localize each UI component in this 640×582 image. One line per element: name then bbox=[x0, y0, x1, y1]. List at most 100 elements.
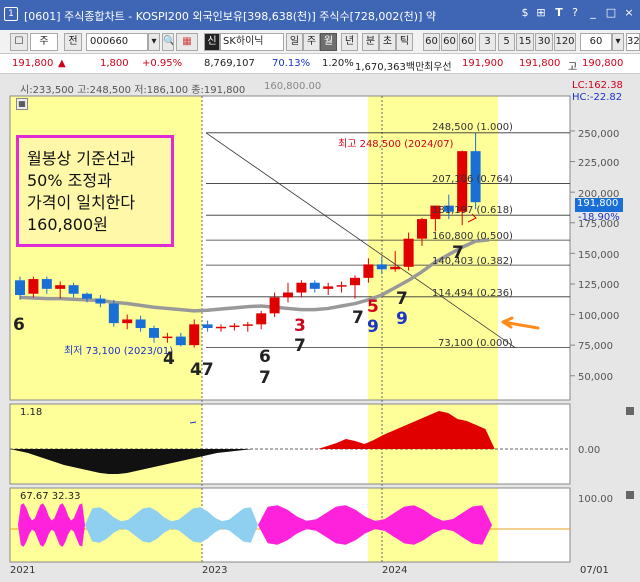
toolbar: ☐ 주 전 000660 ▾ 🔍 ▦ 신 SK하이닉 일 주 월 년 분 초 틱… bbox=[0, 30, 640, 54]
bid-price: 191,800 bbox=[519, 58, 561, 69]
jeon-button[interactable]: 전 bbox=[64, 33, 82, 51]
currency-icon[interactable]: $ bbox=[518, 6, 532, 22]
period-second[interactable]: 초 bbox=[379, 33, 396, 51]
fib-label-236: 114,494 (0.236) bbox=[432, 288, 513, 299]
candle-body bbox=[309, 282, 320, 289]
current-pct-tag: -18.90% bbox=[578, 212, 620, 223]
interval-5[interactable]: 5 bbox=[498, 33, 515, 51]
osc1-ylabel: 0.00 bbox=[578, 445, 601, 456]
candle-body bbox=[82, 293, 92, 299]
volume: 8,769,107 bbox=[204, 58, 255, 69]
osc2-ylabel: 100.00 bbox=[578, 494, 613, 505]
period-minute[interactable]: 분 bbox=[362, 33, 379, 51]
table-grid-icon[interactable]: ▦ bbox=[16, 98, 28, 110]
interval-8[interactable]: 120 bbox=[554, 33, 576, 51]
high-annotation: 최고 248,500 (2024/07) bbox=[338, 139, 454, 150]
period-month[interactable]: 월 bbox=[320, 33, 337, 51]
price-change-pct: +0.95% bbox=[142, 58, 183, 69]
hc-label: HC:-22.82 bbox=[572, 92, 623, 103]
fib-label-382: 140,403 (0.382) bbox=[432, 256, 513, 267]
interval-2[interactable]: 60 bbox=[441, 33, 458, 51]
candle-body bbox=[15, 280, 25, 295]
up-arrow-icon: ▲ bbox=[58, 58, 66, 69]
ohlc-extra: 160,800.00 bbox=[264, 81, 322, 92]
y-tick: 250,000 bbox=[578, 129, 620, 140]
candle-body bbox=[122, 319, 133, 324]
interval-6[interactable]: 15 bbox=[516, 33, 534, 51]
candle-body bbox=[323, 286, 334, 289]
candle-body bbox=[256, 313, 267, 325]
current-price-tag: 191,800 bbox=[575, 198, 623, 212]
candle-body bbox=[175, 336, 186, 346]
interval-7[interactable]: 30 bbox=[535, 33, 553, 51]
screen-select-icon[interactable]: ☐ bbox=[10, 33, 28, 51]
candle-body bbox=[55, 285, 66, 289]
annotation-line: 가격이 일치한다 bbox=[27, 193, 136, 212]
candle-body bbox=[363, 264, 374, 278]
count-label: 6 bbox=[259, 347, 271, 367]
period-day[interactable]: 일 bbox=[286, 33, 303, 51]
period-year[interactable]: 년 bbox=[341, 33, 358, 51]
price-info-bar: 191,800 ▲ 1,800 +0.95% 8,769,107 70.13% … bbox=[0, 54, 640, 74]
title-bar: 1 [0601] 주식종합차트 - KOSPI200 외국인보유[398,638… bbox=[0, 0, 640, 30]
y-tick: 125,000 bbox=[578, 280, 620, 291]
count-label: 7 bbox=[396, 289, 408, 309]
panel-close-icon bbox=[626, 491, 634, 499]
candle-body bbox=[135, 319, 146, 329]
best-quote-label: 최우선 bbox=[424, 62, 452, 73]
candle-body bbox=[108, 303, 119, 324]
current-price: 191,800 bbox=[12, 58, 54, 69]
fib-label-0: 73,100 (0.000) bbox=[438, 338, 513, 349]
candle-body bbox=[350, 277, 360, 286]
market-select[interactable]: 주 bbox=[30, 33, 58, 51]
count-label: 6 bbox=[13, 315, 25, 335]
text-T-icon[interactable]: T bbox=[552, 6, 566, 22]
interval-4[interactable]: 3 bbox=[479, 33, 496, 51]
low-annotation: 최저 73,100 (2023/01) bbox=[64, 346, 174, 357]
stock-code-input[interactable]: 000660 bbox=[86, 33, 148, 51]
interval-1[interactable]: 60 bbox=[423, 33, 440, 51]
x-label: 2024 bbox=[382, 565, 408, 576]
osc2-value: 67.67 32.33 bbox=[20, 491, 81, 502]
candle-body bbox=[242, 324, 253, 326]
x-label: 07/01 bbox=[580, 565, 609, 576]
candle-body bbox=[376, 264, 387, 270]
calendar-icon[interactable]: ▦ bbox=[176, 33, 198, 51]
window-icon: 1 bbox=[4, 7, 18, 21]
candle-body bbox=[202, 324, 213, 329]
turnover-rate: 1.20% bbox=[322, 58, 354, 69]
candle-body bbox=[269, 297, 280, 314]
y-tick: 75,000 bbox=[578, 341, 613, 352]
y-tick: 50,000 bbox=[578, 372, 613, 383]
interval-dropdown-icon[interactable]: ▾ bbox=[612, 33, 624, 51]
count-label: 7 bbox=[294, 336, 306, 356]
minimize-icon[interactable]: _ bbox=[586, 6, 600, 22]
period-week[interactable]: 주 bbox=[303, 33, 320, 51]
interval-input[interactable]: 60 bbox=[580, 33, 612, 51]
close-icon[interactable]: × bbox=[622, 6, 636, 22]
maximize-icon[interactable]: □ bbox=[604, 6, 618, 22]
trade-amount: 1,670,363백만 bbox=[355, 62, 425, 73]
lc-label: LC:162.38 bbox=[572, 80, 623, 91]
panel-close-icon bbox=[626, 407, 634, 415]
candle-body bbox=[229, 325, 240, 328]
fib-label-500: 160,800 (0.500) bbox=[432, 231, 513, 242]
help-icon[interactable]: ? bbox=[568, 6, 582, 22]
high-label: 고 bbox=[568, 62, 578, 73]
candle-body bbox=[95, 298, 106, 304]
annotation-line: 월봉상 기준선과 bbox=[27, 149, 136, 168]
count-label: 7 bbox=[452, 243, 464, 263]
count-label: 47 bbox=[190, 360, 214, 380]
fib-label-1000: 248,500 (1.000) bbox=[432, 122, 513, 133]
search-icon[interactable]: 🔍 bbox=[162, 33, 174, 51]
count-label: 4 bbox=[163, 349, 175, 369]
stock-name: SK하이닉 bbox=[220, 33, 284, 51]
count-input[interactable]: 32 bbox=[626, 33, 640, 51]
grid-icon[interactable]: ⊞ bbox=[534, 6, 548, 22]
price-change: 1,800 bbox=[100, 58, 129, 69]
period-tick[interactable]: 틱 bbox=[396, 33, 413, 51]
code-dropdown-icon[interactable]: ▾ bbox=[148, 33, 160, 51]
credit-badge[interactable]: 신 bbox=[204, 33, 220, 51]
interval-3[interactable]: 60 bbox=[459, 33, 476, 51]
candle-body bbox=[216, 326, 226, 329]
